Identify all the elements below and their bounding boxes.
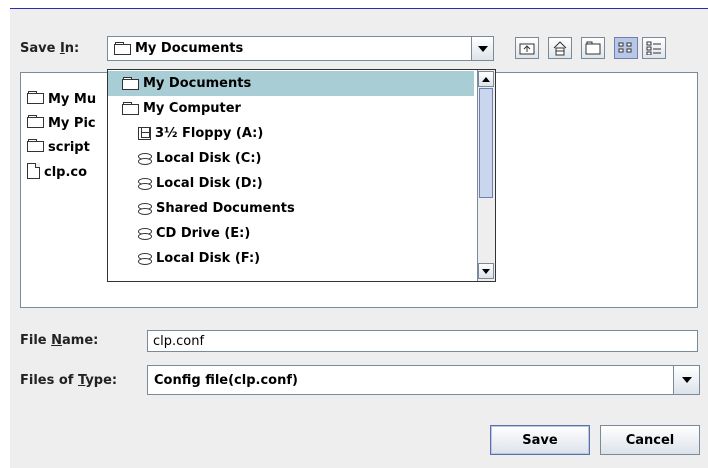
dropdown-item-label: Local Disk (F:): [156, 251, 261, 266]
file-name-label-pre: File: [20, 333, 52, 348]
save-in-combo[interactable]: My Documents: [107, 36, 494, 61]
file-list-item-label: My Mu: [48, 92, 97, 107]
files-of-type-label-pre: Files of: [20, 373, 78, 388]
disk-icon: [138, 227, 152, 240]
dropdown-item-label: My Documents: [143, 76, 252, 91]
home-icon: [553, 41, 567, 56]
save-in-label-post: n:: [64, 41, 80, 56]
save-in-label: Save In:: [20, 41, 79, 56]
files-of-type-label: Files of Type:: [20, 373, 117, 388]
save-dialog: Save In: My Documents My Mu My Pic scrip…: [10, 8, 708, 468]
dropdown-item[interactable]: Local Disk (F:): [108, 246, 474, 271]
dropdown-scrollbar[interactable]: [477, 70, 495, 281]
file-list-item[interactable]: clp.co: [27, 163, 87, 180]
disk-icon: [138, 177, 152, 190]
dropdown-item[interactable]: 3½ Floppy (A:): [108, 121, 474, 146]
dropdown-item-label: Local Disk (C:): [156, 151, 262, 166]
file-list-item[interactable]: My Mu: [27, 91, 96, 107]
folder-icon: [27, 115, 44, 128]
save-button[interactable]: Save: [490, 425, 590, 455]
arrow-down-icon: [482, 268, 490, 274]
save-button-label: Save: [522, 432, 558, 448]
save-in-dropdown[interactable]: My Documents My Computer 3½ Floppy (A:) …: [107, 69, 496, 282]
file-name-value: clp.conf: [153, 333, 205, 349]
folder-icon: [122, 102, 139, 115]
file-icon: [27, 163, 40, 179]
file-list-item-label: My Pic: [48, 116, 96, 131]
files-of-type-label-post: ype:: [85, 373, 118, 388]
arrow-up-icon: [482, 76, 490, 82]
file-name-label: File Name:: [20, 333, 98, 348]
list-view-icon: [618, 42, 632, 53]
home-button[interactable]: [548, 37, 572, 59]
dropdown-item-label: My Computer: [143, 101, 241, 116]
up-folder-icon: [519, 43, 535, 55]
file-list-item-label: script: [48, 140, 90, 155]
new-folder-button[interactable]: [581, 37, 605, 59]
dropdown-item[interactable]: My Documents: [108, 71, 474, 96]
disk-icon: [138, 252, 152, 265]
file-list-item-label: clp.co: [44, 165, 88, 180]
files-of-type-combo[interactable]: Config file(clp.conf): [147, 365, 700, 395]
folder-icon: [114, 42, 131, 55]
dropdown-item[interactable]: Local Disk (D:): [108, 171, 474, 196]
details-view-button[interactable]: [642, 37, 666, 59]
details-view-icon: [646, 41, 661, 55]
save-in-label-pre: Save: [20, 41, 60, 56]
chevron-down-icon[interactable]: [471, 37, 493, 60]
floppy-icon: [138, 127, 151, 140]
dropdown-item-label: Local Disk (D:): [156, 176, 263, 191]
dropdown-item[interactable]: Shared Documents: [108, 196, 474, 221]
file-name-label-post: ame:: [62, 333, 99, 348]
file-name-input[interactable]: clp.conf: [147, 330, 698, 352]
file-list-item[interactable]: My Pic: [27, 115, 96, 131]
scroll-thumb[interactable]: [479, 88, 493, 198]
folder-icon: [27, 91, 44, 104]
cancel-button[interactable]: Cancel: [600, 425, 700, 455]
save-in-selected: My Documents: [135, 41, 244, 56]
scroll-down-button[interactable]: [478, 263, 494, 279]
cancel-button-label: Cancel: [625, 432, 675, 448]
scroll-up-button[interactable]: [478, 71, 494, 87]
list-view-button[interactable]: [614, 37, 638, 59]
chevron-down-icon[interactable]: [673, 366, 699, 394]
folder-icon: [122, 77, 139, 90]
up-one-level-button[interactable]: [515, 37, 539, 59]
folder-icon: [27, 139, 44, 152]
file-list-item[interactable]: script: [27, 139, 90, 155]
dropdown-item-label: CD Drive (E:): [156, 226, 251, 241]
file-name-label-mnemonic: N: [51, 333, 63, 348]
dropdown-item-label: 3½ Floppy (A:): [155, 126, 264, 141]
new-folder-icon: [585, 41, 601, 55]
dropdown-item[interactable]: CD Drive (E:): [108, 221, 474, 246]
dropdown-item[interactable]: Local Disk (C:): [108, 146, 474, 171]
disk-icon: [138, 152, 152, 165]
files-of-type-selected: Config file(clp.conf): [154, 372, 298, 388]
dropdown-item[interactable]: My Computer: [108, 96, 474, 121]
disk-icon: [138, 202, 152, 215]
dropdown-item-label: Shared Documents: [156, 201, 295, 216]
